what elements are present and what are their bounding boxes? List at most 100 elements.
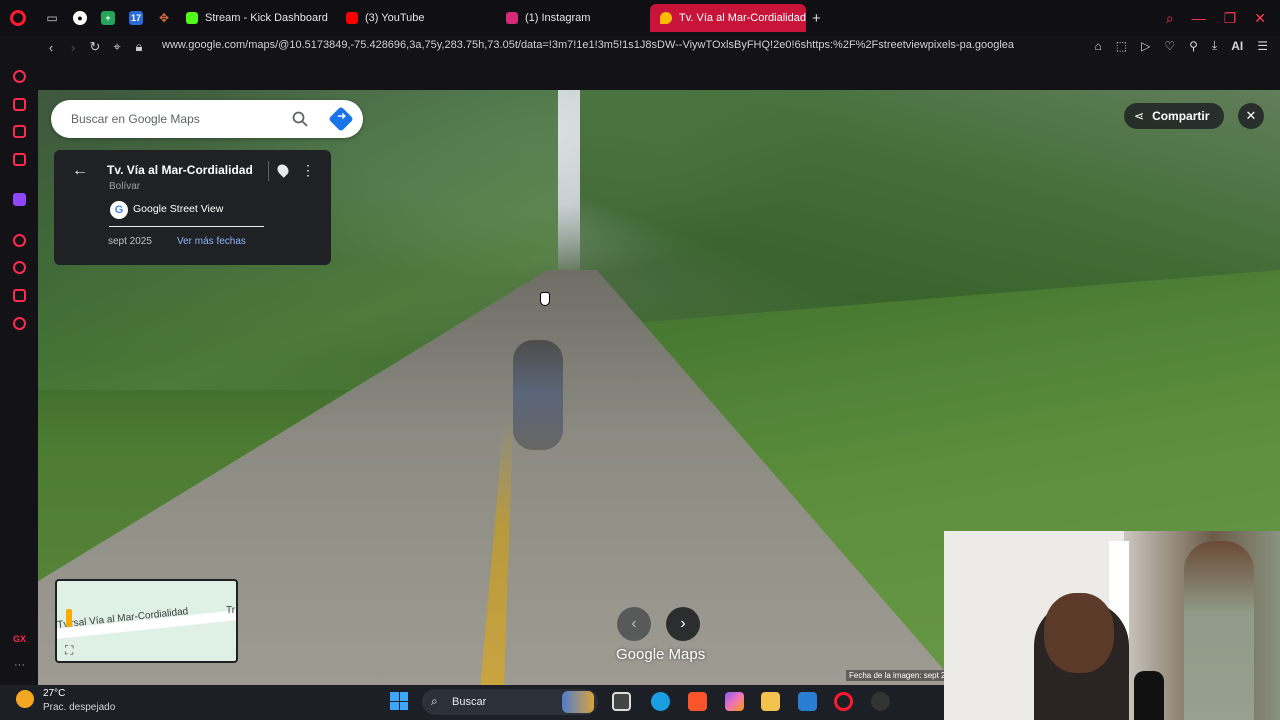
divider (268, 161, 269, 181)
aurora-pinned-icon[interactable]: ✥ (152, 6, 176, 30)
instagram-icon (506, 12, 518, 24)
download-icon[interactable]: ⤓ (1212, 38, 1217, 53)
tab-label: Tv. Vía al Mar-Cordialidad (679, 12, 806, 24)
minimize-icon[interactable]: — (1192, 10, 1206, 26)
wallet-icon[interactable]: ⚲ (1189, 39, 1198, 53)
task-view-icon[interactable] (612, 692, 631, 711)
new-tab-button[interactable]: + (812, 10, 821, 27)
place-title: Tv. Vía al Mar-Cordialidad (107, 163, 253, 177)
taskbar-search-label: Buscar (452, 696, 487, 708)
copilot-icon[interactable] (725, 692, 744, 711)
mail-icon[interactable] (798, 692, 817, 711)
reload-icon[interactable]: ↻ (84, 39, 106, 55)
edge-icon[interactable] (651, 692, 670, 711)
chatgpt-pinned-icon[interactable]: ● (68, 6, 92, 30)
share-icon: ⋖ (1134, 109, 1145, 123)
search-tabs-icon[interactable]: ⌕ (1166, 10, 1174, 27)
webcam-lamp (1134, 671, 1164, 720)
url-field[interactable]: www.google.com/maps/@10.5173849,-75.4286… (162, 39, 1056, 51)
image-date-label: Fecha de la imagen: sept 2 (846, 670, 949, 681)
webcam-face (1044, 593, 1114, 673)
kick-icon (186, 12, 198, 24)
source-label: Google Street View (133, 203, 224, 215)
google-maps-brand: Google Maps (616, 646, 706, 663)
expand-icon[interactable]: ⛶ (65, 643, 73, 658)
maximize-icon[interactable]: ❐ (1224, 10, 1237, 27)
settings-icon[interactable] (13, 317, 26, 330)
history-icon[interactable] (13, 261, 26, 274)
tab-bar: ▭ ● + 17 ✥ Stream - Kick Dashboard (3) Y… (0, 0, 1280, 36)
more-dates-link[interactable]: Ver más fechas (177, 236, 246, 247)
brave-icon[interactable] (688, 692, 707, 711)
next-arrow-icon[interactable]: › (666, 607, 700, 641)
tab-label: (1) Instagram (525, 12, 591, 24)
app-taskbar-icon[interactable] (871, 692, 890, 711)
back-icon[interactable]: ‹ (40, 40, 62, 55)
gx-logo-icon: GX (13, 634, 27, 644)
gx-store-icon[interactable] (13, 98, 26, 111)
tab-maps[interactable]: Tv. Vía al Mar-Cordialidad (650, 4, 806, 32)
bookmark-pin-icon[interactable]: ⌂ (1095, 39, 1102, 53)
weather-sun-icon[interactable] (16, 690, 34, 708)
place-info-card: ← Tv. Vía al Mar-Cordialidad Bolívar ⋮ G… (54, 150, 331, 265)
share-button[interactable]: ⋖ Compartir (1124, 103, 1224, 129)
play-icon[interactable]: ▷ (1141, 39, 1150, 53)
search-input[interactable]: Buscar en Google Maps (71, 112, 200, 126)
sheets-pinned-icon[interactable]: + (96, 6, 120, 30)
directions-icon[interactable] (328, 106, 354, 132)
file-explorer-icon[interactable] (761, 692, 780, 711)
close-window-icon[interactable]: ✕ (1254, 10, 1266, 27)
divider (109, 226, 264, 227)
ai-button[interactable]: AI (1231, 39, 1243, 53)
player-icon[interactable] (13, 234, 26, 247)
close-street-view-icon[interactable]: ✕ (1238, 103, 1264, 129)
search-highlight-icon (562, 691, 594, 713)
lock-icon[interactable]: 🔒︎ (128, 39, 150, 55)
share-label: Compartir (1152, 109, 1210, 123)
place-region: Bolívar (109, 181, 141, 192)
opera-gx-taskbar-icon[interactable] (834, 692, 853, 711)
twitch-icon[interactable] (13, 193, 26, 206)
seventeen-pinned-icon[interactable]: 17 (124, 6, 148, 30)
tab-label: Stream - Kick Dashboard (205, 12, 328, 24)
google-logo-icon: G (110, 201, 128, 219)
minimap-road-label-2: Tr (226, 605, 236, 616)
menu-icon[interactable]: ☰ (1257, 39, 1268, 53)
extensions-icon[interactable] (13, 289, 26, 302)
window-controls: ⌕ — ❐ ✕ (1166, 0, 1280, 36)
forward-icon[interactable]: › (62, 40, 84, 55)
back-arrow-icon[interactable]: ← (72, 162, 88, 180)
snapshot-icon[interactable]: ⬚ (1116, 39, 1127, 53)
previous-arrow-icon[interactable]: ‹ (617, 607, 651, 641)
maps-search-box[interactable]: Buscar en Google Maps (51, 100, 363, 138)
taskbar-search[interactable]: ⌕ Buscar (422, 689, 598, 715)
windows-taskbar: 27°C Prac. despejado ⌕ Buscar (0, 685, 944, 720)
minimap[interactable]: Tv.rsal Vía al Mar-Cordialidad Tr ⛶ (55, 579, 238, 663)
pegman-icon[interactable] (66, 609, 72, 627)
address-bar: ‹ › ↻ ⌖ 🔒︎ www.google.com/maps/@10.51738… (0, 36, 1280, 58)
search-icon[interactable] (292, 111, 308, 127)
opera-sidebar: GX ··· (0, 58, 38, 685)
messenger-icon[interactable] (13, 153, 26, 166)
capture-date: sept 2025 (108, 236, 152, 247)
windows-start-icon[interactable] (390, 692, 408, 710)
tab-youtube[interactable]: (3) YouTube (336, 4, 496, 32)
webcam-overlay (944, 531, 1280, 720)
hand-cursor-icon (540, 292, 550, 306)
tab-label: (3) YouTube (365, 12, 425, 24)
opera-logo-icon[interactable] (0, 0, 36, 36)
gx-corner-icon[interactable] (13, 125, 26, 138)
tab-instagram[interactable]: (1) Instagram (496, 4, 650, 32)
maps-icon (660, 12, 672, 24)
location-icon[interactable]: ⌖ (106, 39, 128, 55)
temperature[interactable]: 27°C (43, 688, 65, 699)
more-icon[interactable]: ··· (14, 659, 25, 671)
workspace-icon[interactable]: ▭ (40, 6, 64, 30)
tab-kick[interactable]: Stream - Kick Dashboard (176, 4, 336, 32)
address-actions: ⌂ ⬚ ▷ ♡ ⚲ ⤓ AI ☰ (1095, 38, 1268, 53)
more-options-icon[interactable]: ⋮ (301, 162, 315, 179)
weather-condition[interactable]: Prac. despejado (43, 702, 115, 713)
heart-icon[interactable]: ♡ (1164, 39, 1175, 53)
location-pin-icon[interactable] (275, 162, 291, 178)
gx-control-icon[interactable] (13, 70, 26, 83)
